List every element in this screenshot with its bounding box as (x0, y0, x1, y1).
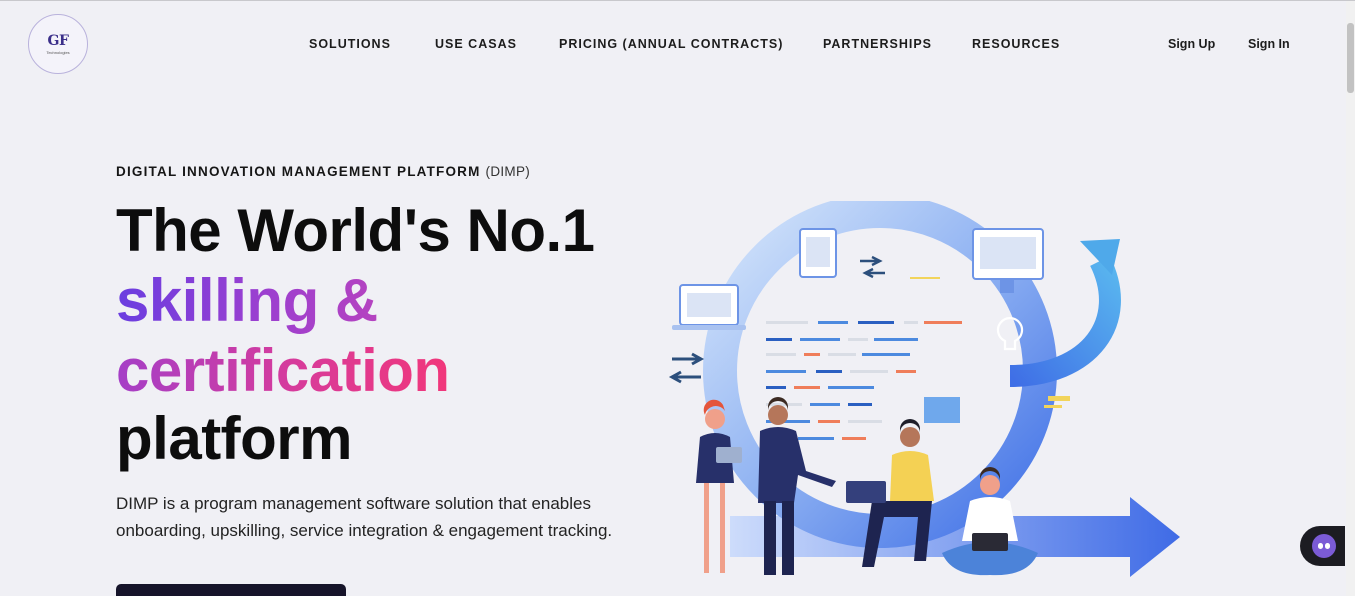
nav-resources[interactable]: RESOURCES (972, 37, 1060, 51)
swap-arrows-left-icon (668, 352, 705, 384)
nav-pricing[interactable]: PRICING (ANNUAL CONTRACTS) (559, 37, 783, 51)
eyebrow-bold: DIGITAL INNOVATION MANAGEMENT PLATFORM (116, 164, 481, 179)
eyebrow-light: (DIMP) (485, 164, 531, 179)
main-nav: SOLUTIONS USE CASAS PRICING (ANNUAL CONT… (0, 37, 1355, 53)
sign-in-link[interactable]: Sign In (1248, 37, 1290, 51)
chat-widget-button[interactable] (1300, 526, 1345, 566)
chatbot-face-icon (1312, 534, 1336, 558)
nav-solutions[interactable]: SOLUTIONS (309, 37, 391, 51)
headline-line-3: certification (116, 337, 450, 404)
swap-arrows-icon (860, 255, 885, 279)
headline-line-4: platform (116, 405, 353, 472)
headline-line-1: The World's No.1 (116, 197, 595, 264)
scrollbar-thumb[interactable] (1347, 23, 1354, 93)
hero-description: DIMP is a program management software so… (116, 494, 613, 540)
sign-up-link[interactable]: Sign Up (1168, 37, 1215, 51)
speech-bubble-icon (924, 397, 960, 423)
hero-eyebrow: DIGITAL INNOVATION MANAGEMENT PLATFORM (… (116, 164, 530, 179)
page-scrollbar[interactable] (1346, 1, 1355, 596)
hero-illustration (668, 201, 1180, 577)
cta-button[interactable] (116, 584, 346, 596)
nav-partnerships[interactable]: PARTNERSHIPS (823, 37, 932, 51)
headline-line-2: skilling & (116, 267, 378, 334)
nav-use-cases[interactable]: USE CASAS (435, 37, 517, 51)
